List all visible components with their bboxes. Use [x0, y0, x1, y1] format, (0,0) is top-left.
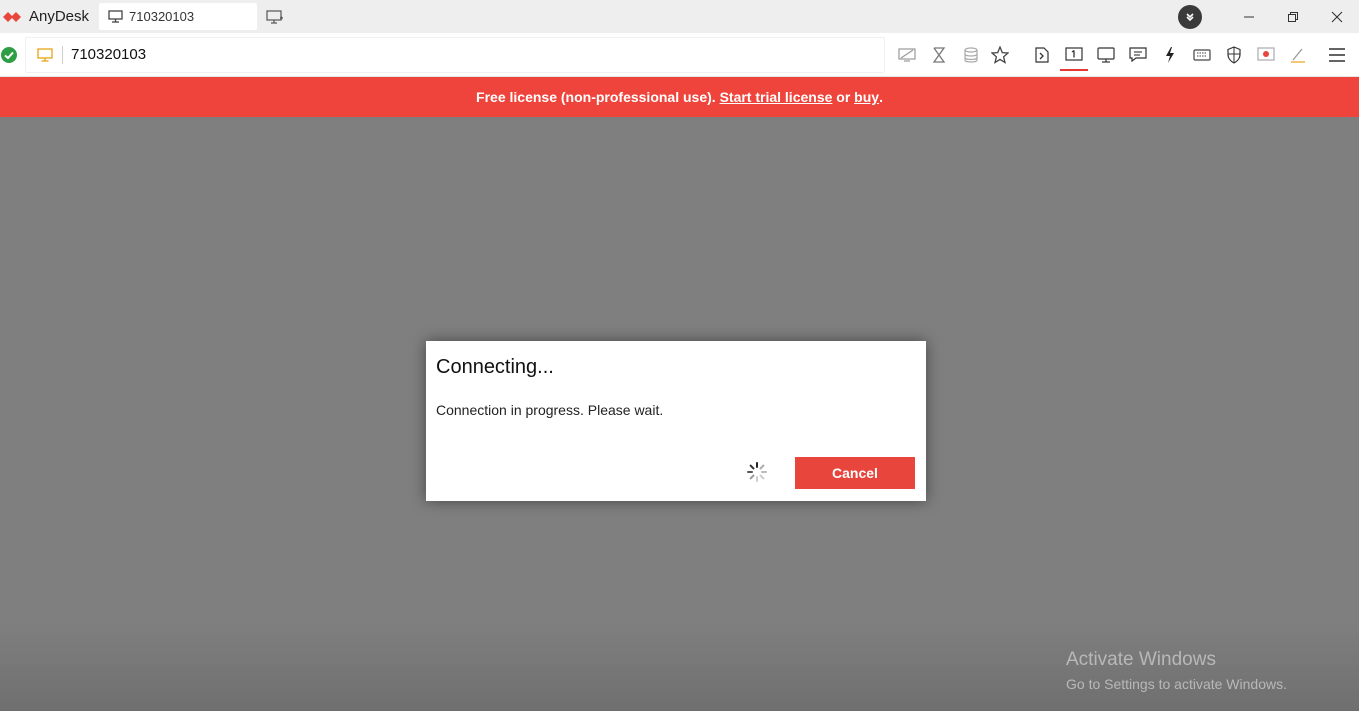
- monitor-icon: [37, 47, 53, 62]
- start-trial-link[interactable]: Start trial license: [720, 89, 833, 105]
- title-bar: AnyDesk 710320103: [0, 0, 1359, 33]
- banner-suffix: .: [879, 89, 883, 105]
- activate-windows-subtitle: Go to Settings to activate Windows.: [1066, 676, 1287, 692]
- license-banner: Free license (non-professional use). Sta…: [0, 77, 1359, 117]
- dialog-title: Connecting...: [436, 356, 554, 378]
- dialog-message: Connection in progress. Please wait.: [436, 402, 664, 418]
- address-bar[interactable]: 710320103: [25, 36, 885, 73]
- whiteboard-button[interactable]: [1287, 44, 1309, 66]
- file-transfer-icon: [1035, 47, 1049, 63]
- record-button[interactable]: [1255, 44, 1277, 66]
- download-button[interactable]: [1178, 4, 1202, 29]
- record-icon: [1257, 47, 1275, 61]
- minimize-button[interactable]: [1227, 0, 1271, 33]
- privacy-monitor-icon: [898, 48, 916, 62]
- star-icon: [991, 46, 1009, 64]
- keyboard-button[interactable]: [1191, 44, 1213, 66]
- privacy-mode-button[interactable]: [896, 44, 918, 66]
- shield-icon: [1227, 46, 1241, 64]
- hamburger-menu-icon: [1329, 48, 1345, 62]
- monitor-icon: [1097, 47, 1115, 63]
- activate-windows-title: Activate Windows: [1066, 649, 1216, 670]
- actions-button[interactable]: [1159, 44, 1181, 66]
- display-settings-button[interactable]: [1095, 44, 1117, 66]
- minimize-icon: [1244, 16, 1254, 17]
- connecting-dialog: Connecting... Connection in progress. Pl…: [426, 341, 926, 501]
- new-tab-icon: [266, 9, 284, 24]
- pen-icon: [1291, 48, 1305, 63]
- permissions-button[interactable]: [1223, 44, 1245, 66]
- display-number-icon: [1065, 47, 1083, 61]
- session-tab[interactable]: 710320103: [99, 3, 258, 30]
- banner-or-text: or: [832, 89, 855, 105]
- restore-icon: [1288, 11, 1298, 22]
- favorite-button[interactable]: [989, 44, 1011, 66]
- cancel-button[interactable]: Cancel: [795, 457, 915, 489]
- connected-check-icon: [1, 46, 17, 63]
- session-timer-button[interactable]: [928, 44, 950, 66]
- anydesk-logo-icon: [0, 0, 24, 33]
- hourglass-icon: [932, 47, 946, 63]
- chevron-down-icon: [1186, 12, 1194, 21]
- address-separator: [62, 45, 63, 64]
- buy-link[interactable]: buy: [854, 89, 879, 105]
- monitor-icon: [108, 10, 123, 23]
- activate-windows-watermark: Activate Windows Go to Settings to activ…: [1066, 649, 1287, 692]
- banner-text: Free license (non-professional use).: [476, 89, 720, 105]
- new-tab-button[interactable]: [265, 7, 285, 27]
- keyboard-icon: [1193, 49, 1211, 61]
- loading-spinner-icon: [747, 462, 767, 482]
- lightning-icon: [1166, 47, 1174, 63]
- address-value: 710320103: [71, 46, 147, 63]
- restore-button[interactable]: [1271, 0, 1315, 33]
- file-transfer-button[interactable]: [1031, 44, 1053, 66]
- session-tab-label: 710320103: [129, 9, 195, 24]
- app-name: AnyDesk: [29, 8, 90, 25]
- close-icon: [1331, 11, 1343, 22]
- database-icon: [964, 47, 978, 63]
- close-button[interactable]: [1315, 0, 1359, 33]
- chat-icon: [1129, 47, 1147, 63]
- main-menu-button[interactable]: [1326, 44, 1348, 66]
- session-toolbar: 710320103: [0, 33, 1359, 77]
- chat-button[interactable]: [1127, 44, 1149, 66]
- display-1-button[interactable]: [1060, 44, 1088, 71]
- storage-button[interactable]: [960, 44, 982, 66]
